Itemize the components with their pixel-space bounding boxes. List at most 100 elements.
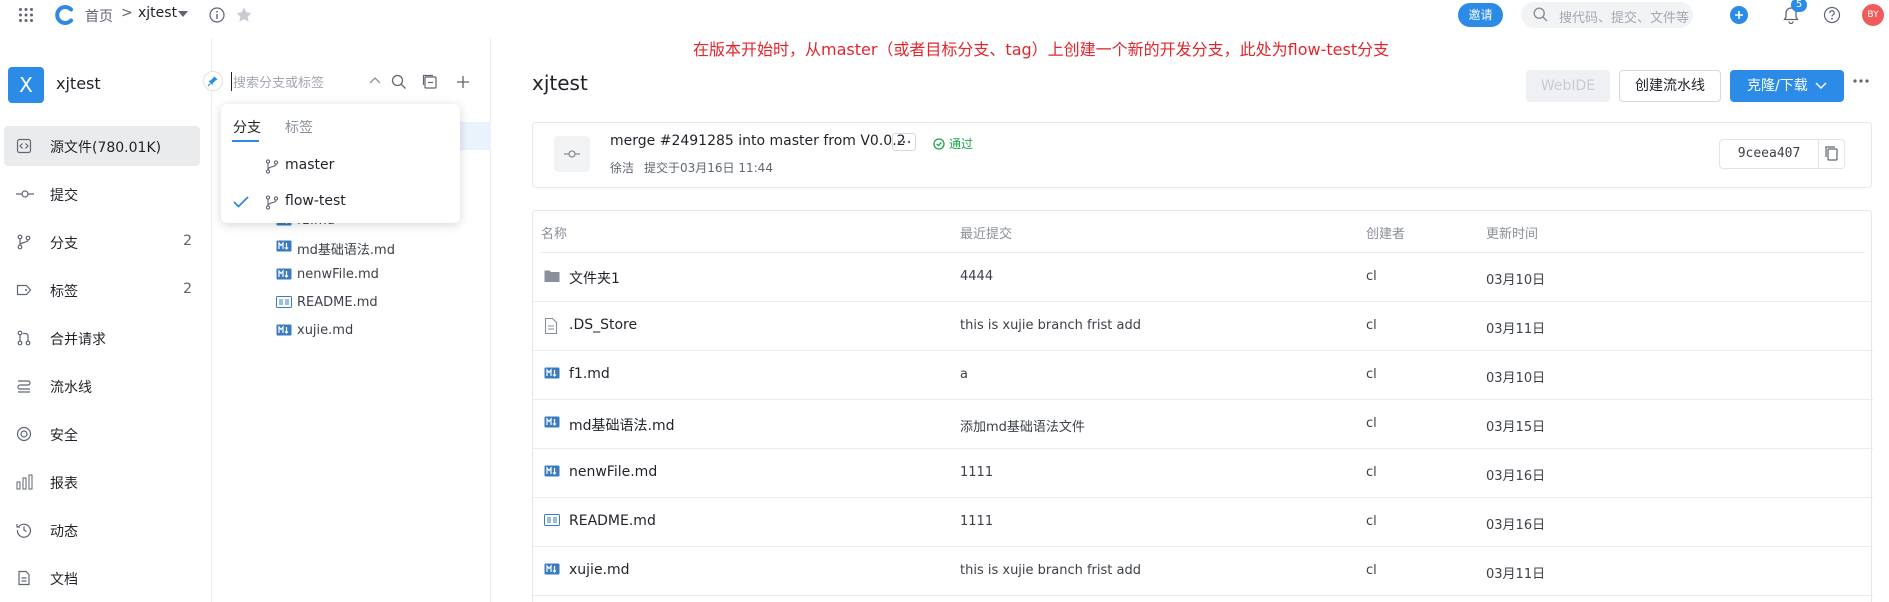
star-icon[interactable] xyxy=(235,6,253,24)
help-icon[interactable] xyxy=(1823,6,1841,24)
file-last-commit[interactable]: 1111 xyxy=(960,465,993,480)
caret-down-icon[interactable] xyxy=(178,11,188,17)
pass-icon xyxy=(933,138,945,150)
file-last-commit[interactable]: 4444 xyxy=(960,269,993,284)
file-author: cl xyxy=(1366,269,1377,284)
check-icon xyxy=(233,196,249,208)
sidebar-item-commits[interactable]: 提交 xyxy=(4,174,200,214)
docs-icon xyxy=(16,570,32,586)
global-search-input[interactable]: 搜代码、提交、文件等 xyxy=(1521,2,1693,28)
file-last-commit[interactable]: this is xujie branch frist add xyxy=(960,318,1141,333)
commit-author[interactable]: 徐洁 xyxy=(610,161,634,175)
create-pipeline-button[interactable]: 创建流水线 xyxy=(1619,70,1721,102)
clone-button-label: 克隆/下载 xyxy=(1747,78,1808,94)
invite-button[interactable]: 邀请 xyxy=(1458,3,1503,27)
breadcrumb-home[interactable]: 首页 xyxy=(85,6,113,26)
sidebar-item-label: 合并请求 xyxy=(50,332,106,348)
webide-button[interactable]: WebIDE xyxy=(1526,70,1610,102)
search-icon xyxy=(1533,7,1548,22)
file-last-commit[interactable]: 1111 xyxy=(960,514,993,529)
top-bar: 首页 > xjtest 邀请 搜代码、提交、文件等 5 BY xyxy=(0,0,1889,30)
file-name[interactable]: nenwFile.md xyxy=(569,464,657,480)
file-last-commit[interactable]: 添加md基础语法文件 xyxy=(960,416,1085,435)
branch-option-master[interactable]: master xyxy=(221,151,460,181)
add-file-icon[interactable] xyxy=(455,74,471,90)
table-row[interactable]: md基础语法.md 添加md基础语法文件 cl 03月15日 xyxy=(533,400,1873,449)
breadcrumb-repo[interactable]: xjtest xyxy=(138,5,177,21)
copy-icon[interactable] xyxy=(1819,139,1845,169)
sidebar-item-security[interactable]: 安全 xyxy=(4,414,200,454)
expand-commit-button[interactable] xyxy=(892,133,916,151)
security-icon xyxy=(16,426,32,442)
commit-time: 提交于03月16日 11:44 xyxy=(644,161,773,175)
branch-option-label: flow-test xyxy=(285,193,346,209)
sidebar-item-tags[interactable]: 标签 2 xyxy=(4,270,200,310)
tab-tags[interactable]: 标签 xyxy=(285,117,313,137)
pin-toggle-button[interactable] xyxy=(203,71,223,91)
commit-message[interactable]: merge #2491285 into master from V0.0.2 xyxy=(610,133,906,149)
commit-icon xyxy=(16,186,34,202)
table-row[interactable]: .DS_Store this is xujie branch frist add… xyxy=(533,302,1873,351)
chevron-up-icon[interactable] xyxy=(369,76,381,84)
merge-request-icon xyxy=(16,330,32,346)
tree-item-label: nenwFile.md xyxy=(297,267,379,282)
sidebar-item-activity[interactable]: 动态 xyxy=(4,510,200,550)
file-name[interactable]: xujie.md xyxy=(569,562,630,578)
file-search-icon[interactable] xyxy=(391,74,407,90)
table-header: 名称 最近提交 创建者 更新时间 xyxy=(541,223,1865,243)
file-last-commit[interactable]: a xyxy=(960,367,968,382)
collapse-all-icon[interactable] xyxy=(422,74,438,90)
info-icon[interactable] xyxy=(209,7,225,23)
file-name[interactable]: md基础语法.md xyxy=(569,415,675,435)
more-options-icon[interactable] xyxy=(1853,79,1869,83)
table-row[interactable]: xujie.md this is xujie branch frist add … xyxy=(533,547,1873,596)
file-last-commit[interactable]: this is xujie branch frist add xyxy=(960,563,1141,578)
header-name: 名称 xyxy=(541,227,568,242)
file-name[interactable]: 文件夹1 xyxy=(569,268,620,288)
tab-branches[interactable]: 分支 xyxy=(233,117,261,137)
repo-avatar[interactable]: X xyxy=(8,67,44,103)
file-author: cl xyxy=(1366,367,1377,382)
table-row[interactable]: f1.md a cl 03月10日 xyxy=(533,351,1873,400)
markdown-icon xyxy=(544,367,560,379)
table-row[interactable]: 文件夹1 4444 cl 03月10日 xyxy=(533,253,1873,302)
readme-icon xyxy=(276,296,292,308)
branch-icon xyxy=(265,159,279,174)
branch-option-label: master xyxy=(285,157,335,173)
apps-grid-icon[interactable] xyxy=(18,7,34,23)
breadcrumb-separator: > xyxy=(121,5,133,21)
user-avatar[interactable]: BY xyxy=(1862,4,1884,26)
commit-meta: 徐洁 提交于03月16日 11:44 xyxy=(610,159,773,176)
tree-item-label: xujie.md xyxy=(297,323,354,338)
table-row[interactable]: nenwFile.md 1111 cl 03月16日 xyxy=(533,449,1873,498)
branch-icon xyxy=(265,195,279,210)
file-name[interactable]: README.md xyxy=(569,513,656,529)
file-icon xyxy=(544,318,558,334)
sidebar-item-branches[interactable]: 分支 2 xyxy=(4,222,200,262)
branch-option-flow-test[interactable]: flow-test xyxy=(221,187,460,217)
status-badge[interactable]: 通过 xyxy=(933,135,973,152)
folder-icon xyxy=(544,269,560,283)
branch-search-input[interactable]: 搜索分支或标签 xyxy=(231,68,381,94)
table-row[interactable]: README.md 1111 cl 03月16日 xyxy=(533,498,1873,547)
sidebar-item-docs[interactable]: 文档 xyxy=(4,558,200,598)
sidebar-item-label: 安全 xyxy=(50,428,78,444)
chevron-down-icon[interactable] xyxy=(1815,82,1827,90)
markdown-icon xyxy=(276,240,292,252)
commit-sha[interactable]: 9ceea407 xyxy=(1719,139,1819,169)
sidebar-item-merge-requests[interactable]: 合并请求 xyxy=(4,318,200,358)
create-plus-icon[interactable] xyxy=(1730,6,1748,24)
sidebar-repo-name[interactable]: xjtest xyxy=(56,74,101,93)
header-author: 创建者 xyxy=(1366,227,1406,242)
file-updated: 03月15日 xyxy=(1486,420,1546,435)
coding-logo-icon[interactable] xyxy=(55,5,75,25)
file-name[interactable]: f1.md xyxy=(569,366,610,382)
sidebar-item-reports[interactable]: 报表 xyxy=(4,462,200,502)
report-icon xyxy=(16,474,34,490)
sidebar-item-pipelines[interactable]: 流水线 xyxy=(4,366,200,406)
file-updated: 03月16日 xyxy=(1486,469,1546,484)
file-updated: 03月11日 xyxy=(1486,567,1546,582)
file-name[interactable]: .DS_Store xyxy=(569,317,637,333)
sidebar-item-source[interactable]: 源文件(780.01K) xyxy=(4,126,200,166)
file-author: cl xyxy=(1366,465,1377,480)
